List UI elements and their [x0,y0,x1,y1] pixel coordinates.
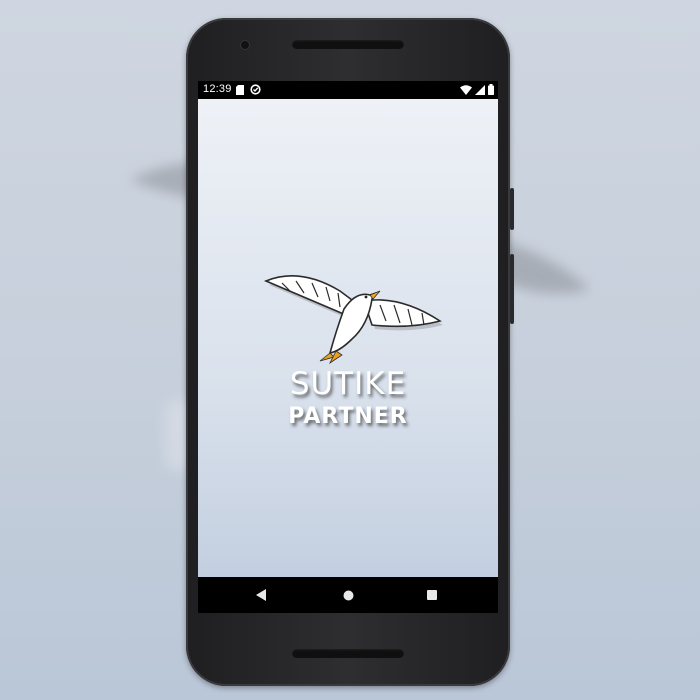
phone-screen: 12:39 SUTIKE PARTNER [198,81,498,613]
status-left-icons [236,84,261,95]
navigation-bar [198,577,498,613]
status-right-icons [460,84,494,95]
seagull-logo-icon [263,275,443,365]
recents-button[interactable] [412,577,452,613]
brand-title: SUTIKE [289,366,407,402]
brand-subtitle: PARTNER [288,404,408,429]
splash-screen: SUTIKE PARTNER [198,99,498,577]
background-stage: 12:39 SUTIKE PARTNER [0,0,700,700]
top-speaker [292,40,404,49]
back-button[interactable] [241,577,281,613]
cell-signal-icon [475,84,485,95]
wifi-icon [460,84,472,95]
home-button[interactable] [328,577,368,613]
bottom-speaker [292,649,404,658]
recents-icon [427,590,437,600]
front-camera [241,41,249,49]
back-icon [255,589,266,601]
status-bar: 12:39 [198,81,498,99]
home-icon [343,590,353,600]
volume-button[interactable] [510,254,514,324]
status-time: 12:39 [203,83,232,95]
battery-icon [488,84,494,95]
sd-card-icon [236,84,244,95]
power-button[interactable] [510,188,514,230]
phone-frame: 12:39 SUTIKE PARTNER [186,18,514,686]
sync-icon [250,84,261,95]
